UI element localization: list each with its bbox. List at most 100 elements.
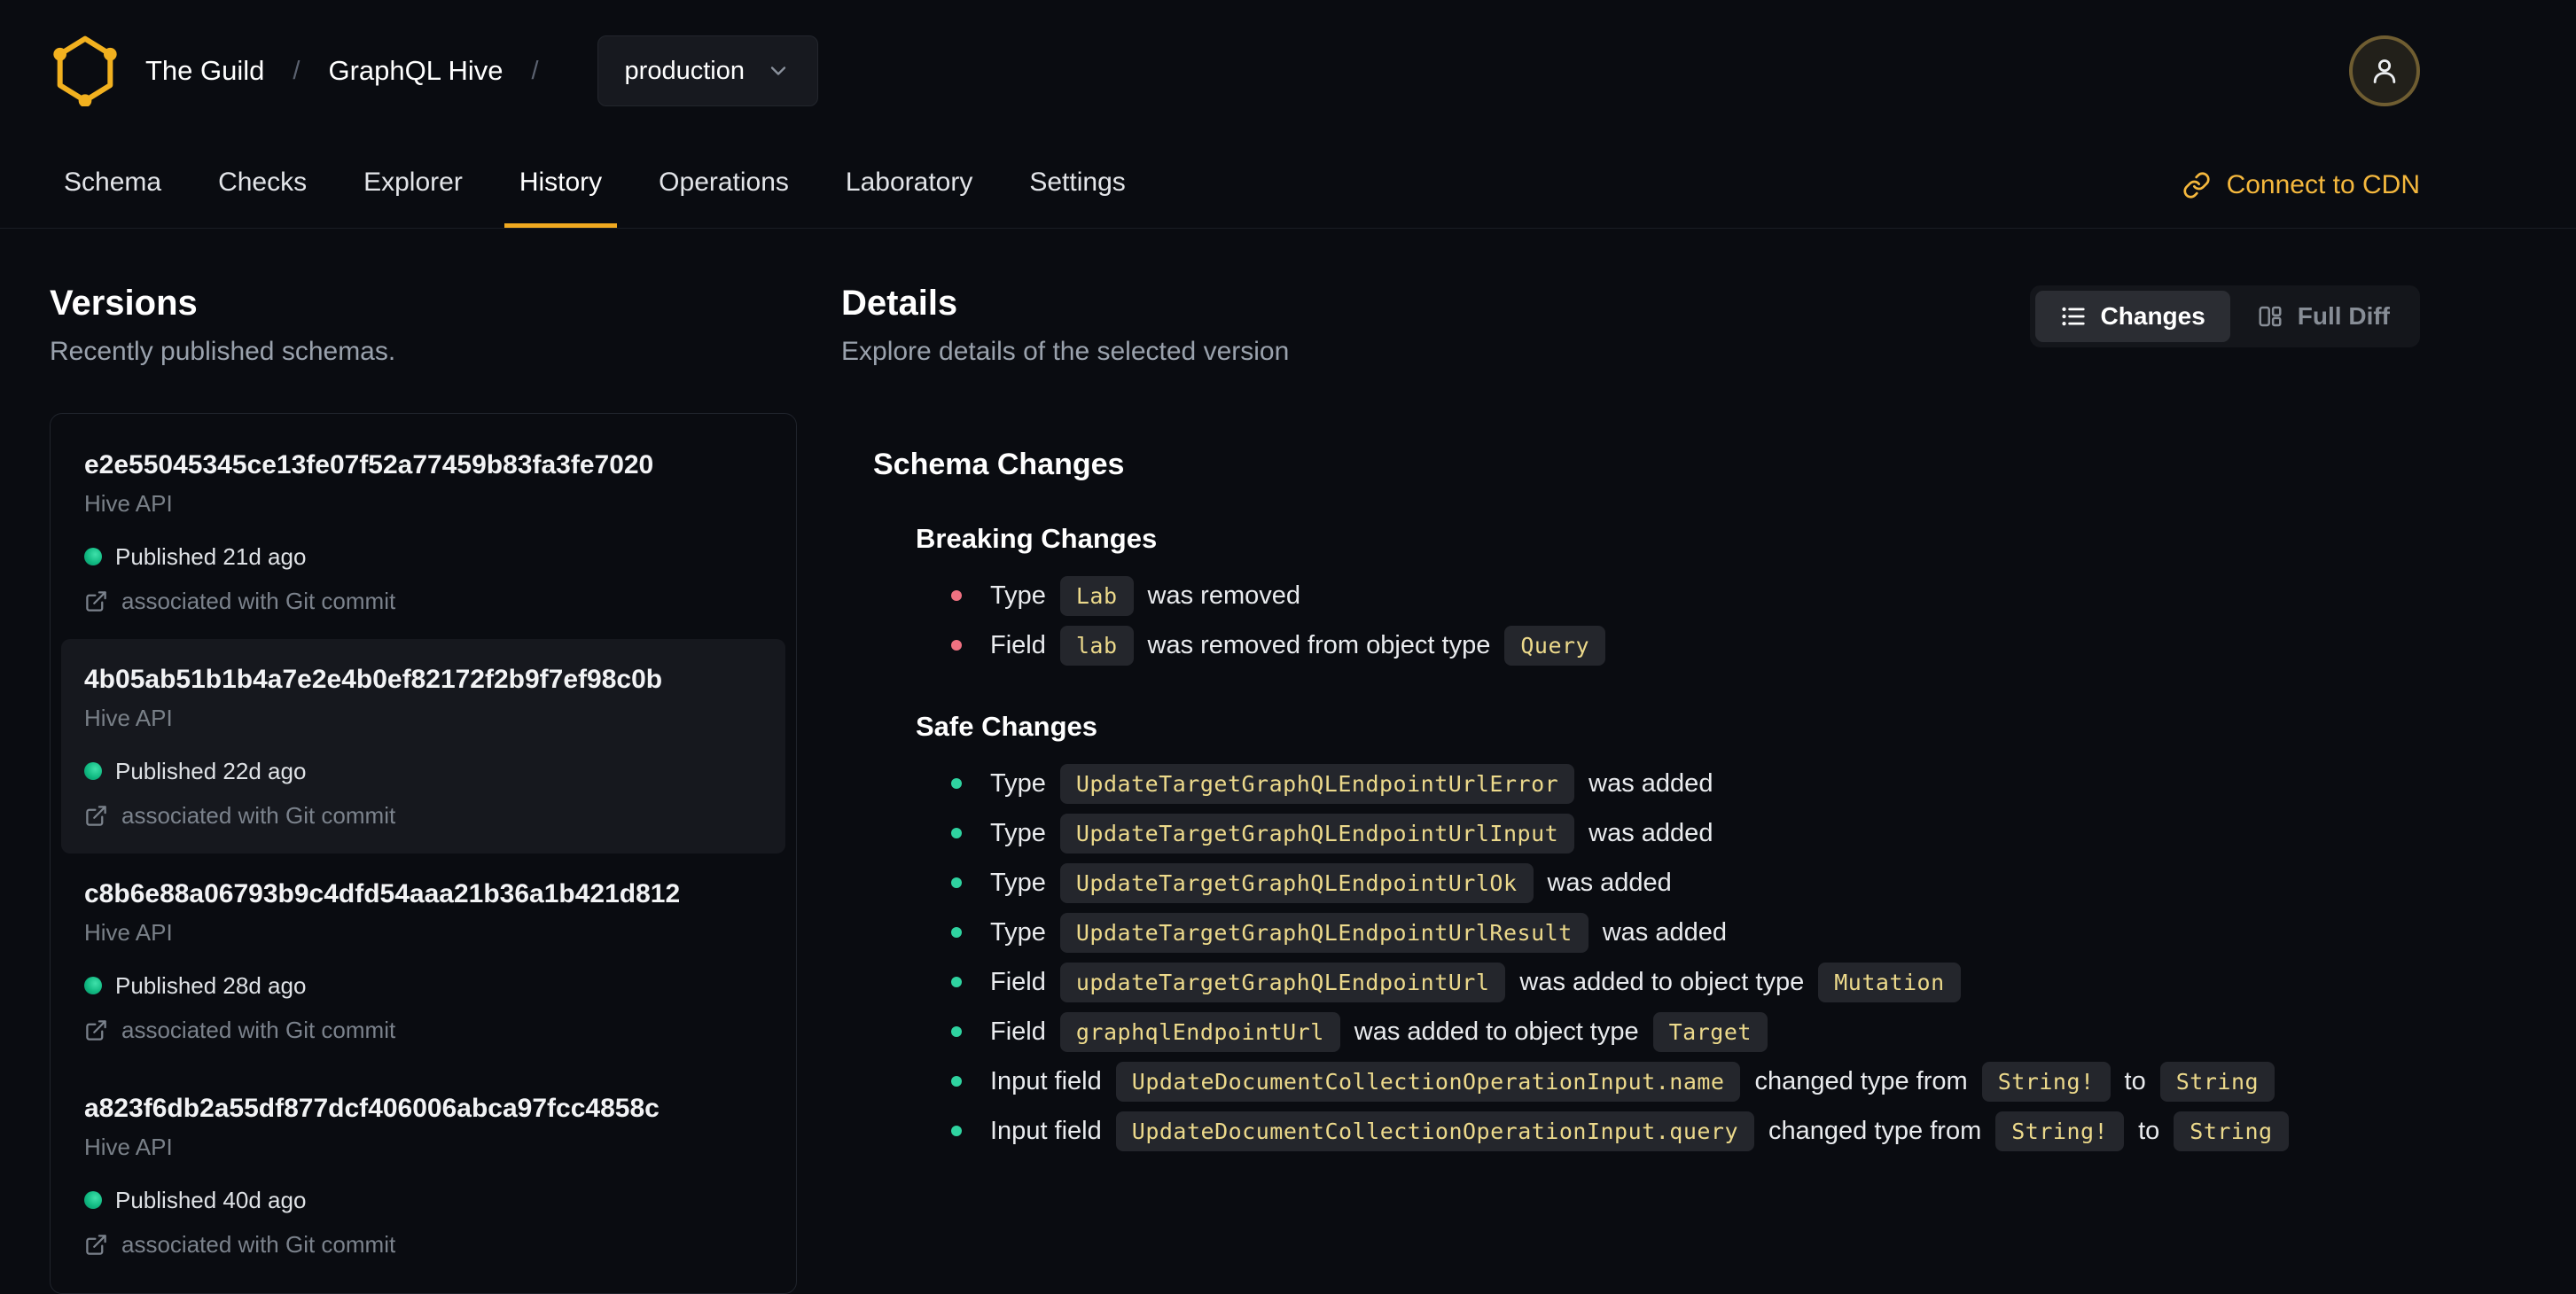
external-link-icon xyxy=(84,1233,108,1257)
change-item: Field updateTargetGraphQLEndpointUrl was a… xyxy=(951,957,2420,1007)
change-text: was removed xyxy=(1147,581,1300,610)
tab-operations[interactable]: Operations xyxy=(644,142,804,228)
changes-button[interactable]: Changes xyxy=(2034,291,2230,342)
list-icon xyxy=(2060,303,2087,330)
git-commit-link[interactable]: associated with Git commit xyxy=(84,586,762,616)
published-dot-icon xyxy=(84,762,102,780)
code-badge: String! xyxy=(1981,1061,2111,1102)
version-item[interactable]: a823f6db2a55df877dcf406006abca97fcc4858c… xyxy=(61,1068,785,1282)
bullet-dot xyxy=(951,977,962,987)
user-icon xyxy=(2367,53,2402,89)
code-badge: UpdateTargetGraphQLEndpointUrlOk xyxy=(1059,862,1534,903)
change-item: Input field UpdateDocumentCollectionOpera… xyxy=(951,1056,2420,1106)
versions-panel: Versions Recently published schemas. e2e… xyxy=(50,284,797,1294)
code-badge: Lab xyxy=(1059,575,1134,616)
change-item: Input field UpdateDocumentCollectionOpera… xyxy=(951,1106,2420,1156)
code-badge: UpdateTargetGraphQLEndpointUrlError xyxy=(1059,763,1575,804)
change-text: Input field xyxy=(990,1066,1102,1095)
change-item: Type UpdateTargetGraphQLEndpointUrlError w… xyxy=(951,759,2420,808)
tab-schema[interactable]: Schema xyxy=(49,142,176,228)
bullet-dot xyxy=(951,590,962,601)
version-item[interactable]: e2e55045345ce13fe07f52a77459b83fa3fe7020… xyxy=(61,425,785,639)
version-item[interactable]: c8b6e88a06793b9c4dfd54aaa21b36a1b421d812… xyxy=(61,854,785,1068)
change-text: Type xyxy=(990,768,1046,798)
link-icon xyxy=(2182,171,2211,199)
published-dot-icon xyxy=(84,548,102,565)
target-selector[interactable]: production xyxy=(597,35,818,106)
code-badge: UpdateTargetGraphQLEndpointUrlResult xyxy=(1059,912,1589,953)
chevron-down-icon xyxy=(766,58,791,83)
versions-title: Versions xyxy=(50,284,198,323)
bullet-dot xyxy=(951,877,962,888)
code-badge: String xyxy=(2159,1061,2275,1102)
schema-changes: Schema Changes Breaking Changes Type Lab wa… xyxy=(841,447,2420,1156)
change-text: changed type from xyxy=(1754,1066,1968,1095)
tab-history[interactable]: History xyxy=(503,142,618,228)
tab-laboratory[interactable]: Laboratory xyxy=(831,142,987,228)
bullet-dot xyxy=(951,927,962,938)
published-label: Published 28d ago xyxy=(115,972,307,999)
main-content: Versions Recently published schemas. e2e… xyxy=(0,229,2576,1294)
connect-cdn-link[interactable]: Connect to CDN xyxy=(2182,142,2420,228)
tab-explorer[interactable]: Explorer xyxy=(348,142,478,228)
details-header: Details Explore details of the selected … xyxy=(841,284,2420,367)
change-section-breaking-changes: Breaking Changes Type Lab was removed Field l… xyxy=(873,523,2420,670)
versions-subtitle: Recently published schemas. xyxy=(50,337,396,366)
breadcrumb-project[interactable]: GraphQL Hive xyxy=(328,55,503,87)
change-text: Input field xyxy=(990,1116,1102,1145)
change-item: Type UpdateTargetGraphQLEndpointUrlResult… xyxy=(951,908,2420,957)
version-hash: a823f6db2a55df877dcf406006abca97fcc4858c xyxy=(84,1094,660,1123)
change-list: Type UpdateTargetGraphQLEndpointUrlError w… xyxy=(916,759,2420,1156)
change-text: Field xyxy=(990,630,1046,659)
published-dot-icon xyxy=(84,977,102,994)
change-text: Type xyxy=(990,917,1046,947)
published-dot-icon xyxy=(84,1191,102,1209)
version-status: Published 22d ago xyxy=(84,756,762,786)
change-text: was added to object type xyxy=(1354,1017,1639,1046)
change-section-safe-changes: Safe Changes Type UpdateTargetGraphQLEndpo… xyxy=(873,711,2420,1156)
versions-list: e2e55045345ce13fe07f52a77459b83fa3fe7020… xyxy=(50,413,797,1294)
code-badge: String xyxy=(2174,1111,2289,1151)
bullet-dot xyxy=(951,778,962,789)
published-label: Published 21d ago xyxy=(115,543,307,570)
view-toggle: Changes Full Diff xyxy=(2029,285,2420,347)
tab-checks[interactable]: Checks xyxy=(203,142,322,228)
change-text: Field xyxy=(990,1017,1046,1046)
full-diff-label: Full Diff xyxy=(2297,302,2390,330)
code-badge: UpdateDocumentCollectionOperationInput.q… xyxy=(1115,1111,1755,1151)
user-avatar-button[interactable] xyxy=(2349,35,2420,106)
git-commit-link[interactable]: associated with Git commit xyxy=(84,1229,762,1259)
details-header-text: Details Explore details of the selected … xyxy=(841,284,1289,367)
code-badge: graphqlEndpointUrl xyxy=(1059,1011,1340,1052)
change-text: was added xyxy=(1547,868,1672,897)
version-hash: e2e55045345ce13fe07f52a77459b83fa3fe7020 xyxy=(84,450,654,479)
change-text: was added xyxy=(1589,768,1713,798)
change-text: to xyxy=(2138,1116,2160,1145)
version-status: Published 21d ago xyxy=(84,542,762,572)
code-badge: UpdateDocumentCollectionOperationInput.n… xyxy=(1115,1061,1741,1102)
change-text: Field xyxy=(990,967,1046,996)
code-badge: Query xyxy=(1504,625,1606,666)
change-text: was removed from object type xyxy=(1147,630,1491,659)
change-item: Field graphqlEndpointUrl was added to obje… xyxy=(951,1007,2420,1056)
published-label: Published 22d ago xyxy=(115,758,307,784)
version-service: Hive API xyxy=(84,705,173,731)
breadcrumb-org[interactable]: The Guild xyxy=(145,55,264,87)
version-item[interactable]: 4b05ab51b1b4a7e2e4b0ef82172f2b9f7ef98c0b… xyxy=(61,639,785,854)
published-label: Published 40d ago xyxy=(115,1187,307,1213)
change-text: to xyxy=(2124,1066,2146,1095)
git-commit-link[interactable]: associated with Git commit xyxy=(84,1015,762,1045)
tab-settings[interactable]: Settings xyxy=(1014,142,1140,228)
change-text: was added xyxy=(1589,818,1713,847)
changes-label: Changes xyxy=(2100,302,2205,330)
git-commit-label: associated with Git commit xyxy=(121,1231,396,1258)
main-nav: Schema Checks Explorer History Operations Lab… xyxy=(0,142,2576,229)
full-diff-button[interactable]: Full Diff xyxy=(2232,291,2415,342)
change-text: was added xyxy=(1602,917,1728,947)
bullet-dot xyxy=(951,640,962,651)
external-link-icon xyxy=(84,804,108,828)
version-service: Hive API xyxy=(84,1134,173,1160)
code-badge: String! xyxy=(1995,1111,2125,1151)
version-hash: 4b05ab51b1b4a7e2e4b0ef82172f2b9f7ef98c0b xyxy=(84,665,663,694)
git-commit-link[interactable]: associated with Git commit xyxy=(84,800,762,830)
